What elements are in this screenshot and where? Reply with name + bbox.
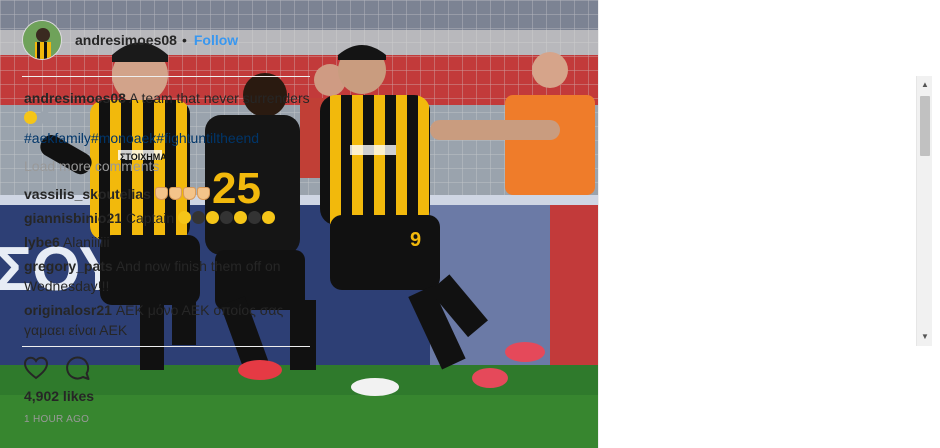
post-actions — [22, 354, 106, 382]
comment-username[interactable]: vassilis_skoutelias — [24, 186, 151, 202]
heart-emoji-icon — [234, 211, 248, 224]
comment-username[interactable]: gregory_pats — [24, 258, 113, 274]
comment-item: giannisbinio21 Captain — [24, 208, 316, 228]
comment-bubble-icon[interactable] — [64, 354, 92, 382]
username-link[interactable]: andresimoes08 — [75, 32, 177, 48]
comment-item: gregory_pats And now finish them off on … — [24, 256, 316, 296]
hand-emoji-icon — [182, 187, 196, 200]
hashtags[interactable]: #aekfamily#monoaek#fightuntiltheend — [24, 130, 259, 146]
comment-text: Alaniiiiii — [62, 234, 110, 250]
comment-rows: vassilis_skoutelias giannisbinio21 Capta… — [24, 184, 316, 344]
hand-emoji-icon — [196, 187, 210, 200]
post-header: andresimoes08 • Follow — [22, 16, 312, 64]
scroll-up-arrow-icon[interactable]: ▲ — [917, 78, 933, 92]
bomb-emoji-icon — [220, 211, 234, 224]
comments-scrollbar[interactable]: ▲ ▼ — [916, 76, 932, 346]
caption: andresimoes08 A team that never surrende… — [24, 88, 316, 148]
jersey-number-right: 9 — [410, 229, 421, 251]
heart-emoji-icon — [262, 211, 276, 224]
hand-emoji-icon — [154, 187, 168, 200]
scroll-down-arrow-icon[interactable]: ▼ — [917, 330, 933, 344]
scroll-thumb[interactable] — [920, 96, 930, 156]
comment-text: Captain — [125, 210, 175, 226]
comments-list: andresimoes08 A team that never surrende… — [24, 88, 316, 344]
comment-item: lybe6 Alaniiiiii — [24, 232, 316, 252]
follow-button[interactable]: Follow — [194, 32, 238, 48]
avatar[interactable] — [22, 20, 62, 60]
likes-count[interactable]: 4,902 likes — [24, 388, 94, 404]
load-more-comments[interactable]: Load more comments — [24, 156, 316, 176]
separator-dot: • — [181, 32, 187, 48]
actions-divider — [22, 346, 310, 347]
comment-item: originalosr21 ΑΕΚ μόνο ΑΕΚ οποίος σας γα… — [24, 300, 316, 340]
crossed-swords-emoji-icon — [38, 111, 51, 124]
flexed-emoji-icon — [24, 111, 37, 124]
comment-item: vassilis_skoutelias — [24, 184, 316, 204]
comment-username[interactable]: lybe6 — [24, 234, 60, 250]
bomb-emoji-icon — [248, 211, 262, 224]
caption-username[interactable]: andresimoes08 — [24, 90, 126, 106]
header-divider — [22, 76, 310, 77]
bomb-emoji-icon — [192, 211, 206, 224]
heart-emoji-icon — [178, 211, 192, 224]
heart-emoji-icon — [206, 211, 220, 224]
post-timestamp: 1 HOUR AGO — [24, 414, 90, 425]
caption-text: A team that never surrenders — [129, 90, 310, 106]
hand-emoji-icon — [168, 187, 182, 200]
comment-username[interactable]: giannisbinio21 — [24, 210, 122, 226]
heart-icon[interactable] — [22, 354, 50, 382]
comment-username[interactable]: originalosr21 — [24, 302, 112, 318]
avatar-image — [23, 21, 61, 59]
post-side-panel — [598, 0, 940, 448]
